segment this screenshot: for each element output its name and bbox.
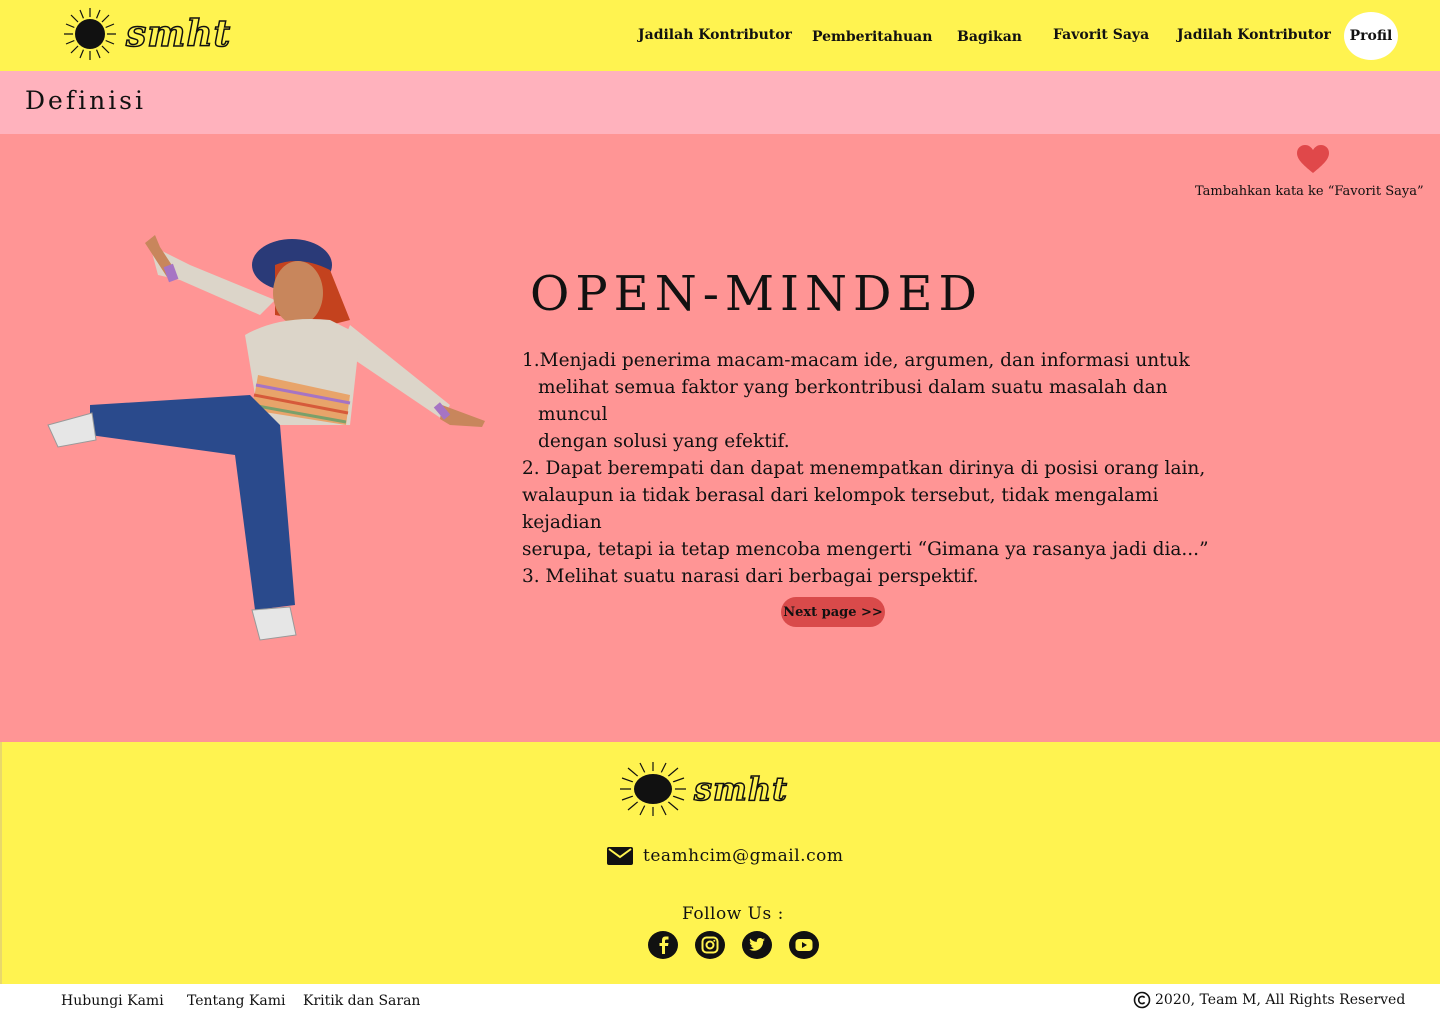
twitter-icon[interactable] [742,931,772,959]
nav-favorit-saya[interactable]: Favorit Saya [1053,27,1149,43]
social-links [648,931,819,959]
instagram-icon[interactable] [695,931,725,959]
youtube-icon[interactable] [789,931,819,959]
logo-text: smht [125,12,232,56]
copyright-text: 2020, Team M, All Rights Reserved [1155,992,1406,1008]
definition-line: 2. Dapat berempati dan dapat menempatkan… [522,458,1206,479]
word-title: OPEN-MINDED [530,266,984,322]
link-kritik-dan-saran[interactable]: Kritik dan Saran [303,993,420,1009]
page-title: Definisi [25,86,147,115]
definition-line: 1.Menjadi penerima macam-macam ide, argu… [522,350,1190,371]
follow-us-label: Follow Us : [682,904,784,924]
next-page-button[interactable]: Next page >> [781,597,885,627]
nav-pemberitahuan[interactable]: Pemberitahuan [812,29,932,45]
footer-logo[interactable]: smht [618,760,788,818]
contact-email[interactable]: teamhcim@gmail.com [607,846,843,866]
definition-line: serupa, tetapi ia tetap mencoba mengerti… [522,539,1209,560]
site-logo[interactable]: smht [62,6,231,62]
subheader-bar [0,71,1440,134]
nav-bagikan[interactable]: Bagikan [957,29,1022,45]
logo-text: smht [693,769,788,809]
definition-line: melihat semua faktor yang berkontribusi … [538,377,1168,425]
add-favorite-text[interactable]: Tambahkan kata ke “Favorit Saya” [1195,184,1424,199]
dancing-person-illustration [47,235,485,641]
mail-icon [607,847,633,865]
profile-button[interactable]: Profil [1344,12,1398,60]
link-hubungi-kami[interactable]: Hubungi Kami [61,993,164,1009]
definition-text: 1.Menjadi penerima macam-macam ide, argu… [522,347,1222,590]
copyright: 2020, Team M, All Rights Reserved [1133,991,1405,1009]
copyright-icon [1133,991,1151,1009]
facebook-icon[interactable] [648,931,678,959]
sun-icon [64,8,116,60]
definition-line: 3. Melihat suatu narasi dari berbagai pe… [522,566,979,587]
heart-icon[interactable] [1296,144,1330,174]
sun-icon [620,762,686,816]
definition-line: walaupun ia tidak berasal dari kelompok … [522,485,1159,533]
definition-line: dengan solusi yang efektif. [538,431,790,452]
nav-jadilah-kontributor[interactable]: Jadilah Kontributor [638,27,792,43]
email-text: teamhcim@gmail.com [643,846,844,866]
link-tentang-kami[interactable]: Tentang Kami [187,993,286,1009]
nav-jadilah-kontributor-2[interactable]: Jadilah Kontributor [1177,27,1331,43]
